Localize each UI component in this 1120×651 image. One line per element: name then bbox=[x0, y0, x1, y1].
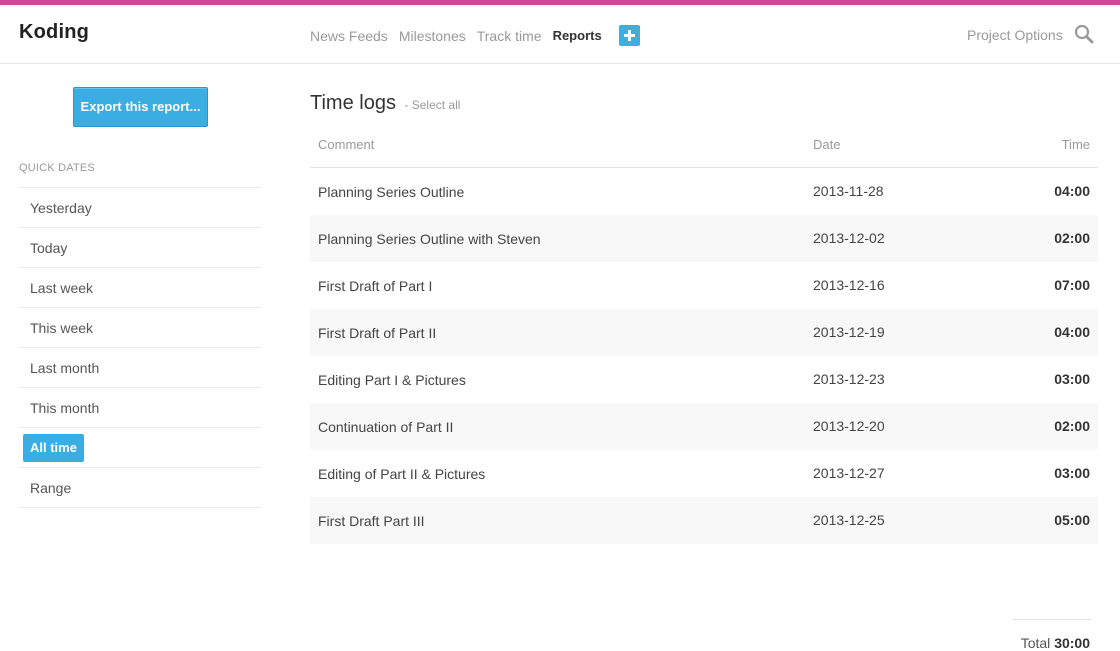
row-time: 07:00 bbox=[1054, 277, 1090, 293]
add-button[interactable] bbox=[618, 25, 640, 46]
quick-date-yesterday[interactable]: Yesterday bbox=[19, 188, 262, 228]
row-date: 2013-12-23 bbox=[813, 371, 885, 387]
row-time: 03:00 bbox=[1054, 465, 1090, 481]
row-comment: Planning Series Outline bbox=[318, 184, 465, 200]
column-header-time[interactable]: Time bbox=[1062, 137, 1090, 152]
quick-date-label: All time bbox=[23, 434, 84, 462]
quick-date-label: Range bbox=[30, 480, 72, 496]
row-date: 2013-12-27 bbox=[813, 465, 885, 481]
row-date: 2013-12-02 bbox=[813, 230, 885, 246]
row-time: 04:00 bbox=[1054, 183, 1090, 199]
table-row[interactable]: Editing of Part II & Pictures 2013-12-27… bbox=[310, 450, 1098, 497]
row-comment: Continuation of Part II bbox=[318, 419, 454, 435]
row-comment: Planning Series Outline with Steven bbox=[318, 231, 541, 247]
row-comment: First Draft Part III bbox=[318, 513, 425, 529]
project-options-link[interactable]: Project Options bbox=[967, 27, 1063, 43]
quick-date-today[interactable]: Today bbox=[19, 228, 262, 268]
row-date: 2013-12-20 bbox=[813, 418, 885, 434]
total-value: 30:00 bbox=[1054, 635, 1090, 651]
quick-date-label: Last week bbox=[30, 280, 94, 296]
row-comment: First Draft of Part II bbox=[318, 325, 437, 341]
row-comment: Editing Part I & Pictures bbox=[318, 372, 466, 388]
page-title: Time logs bbox=[310, 92, 396, 114]
row-date: 2013-12-16 bbox=[813, 277, 885, 293]
total-label: Total bbox=[1020, 635, 1051, 651]
row-time: 02:00 bbox=[1054, 230, 1090, 246]
table-row[interactable]: Editing Part I & Pictures 2013-12-23 03:… bbox=[310, 356, 1098, 403]
table-row[interactable]: Continuation of Part II 2013-12-20 02:00 bbox=[310, 403, 1098, 450]
select-all-link[interactable]: - Select all bbox=[404, 98, 460, 112]
export-report-button[interactable]: Export this report... bbox=[73, 87, 208, 127]
table-body: Planning Series Outline 2013-11-28 04:00… bbox=[310, 168, 1098, 544]
quick-date-range[interactable]: Range bbox=[19, 468, 262, 508]
total-divider bbox=[1013, 619, 1091, 620]
nav-reports[interactable]: Reports bbox=[553, 26, 602, 46]
quick-date-this-month[interactable]: This month bbox=[19, 388, 262, 428]
column-header-date[interactable]: Date bbox=[813, 137, 840, 152]
row-comment: First Draft of Part I bbox=[318, 278, 433, 294]
quick-dates-heading: QUICK DATES bbox=[19, 162, 95, 174]
top-navbar: Koding News Feeds Milestones Track time … bbox=[0, 5, 1120, 64]
row-time: 04:00 bbox=[1054, 324, 1090, 340]
quick-date-this-week[interactable]: This week bbox=[19, 308, 262, 348]
time-logs-table: Comment Date Time Planning Series Outlin… bbox=[310, 130, 1098, 651]
row-date: 2013-12-25 bbox=[813, 512, 885, 528]
table-row[interactable]: Planning Series Outline with Steven 2013… bbox=[310, 215, 1098, 262]
table-row[interactable]: First Draft of Part I 2013-12-16 07:00 bbox=[310, 262, 1098, 309]
table-header: Comment Date Time bbox=[310, 130, 1098, 168]
brand-logo[interactable]: Koding bbox=[19, 21, 89, 44]
row-time: 02:00 bbox=[1054, 418, 1090, 434]
main-nav: News Feeds Milestones Track time Reports bbox=[310, 25, 640, 46]
quick-date-label: Last month bbox=[30, 360, 100, 376]
nav-track-time[interactable]: Track time bbox=[477, 26, 542, 46]
quick-date-label: This month bbox=[30, 400, 100, 416]
quick-date-last-month[interactable]: Last month bbox=[19, 348, 262, 388]
row-date: 2013-11-28 bbox=[813, 183, 884, 199]
title-row: Time logs - Select all bbox=[310, 92, 460, 115]
total-summary: Total 30:00 bbox=[1021, 635, 1090, 651]
column-header-comment[interactable]: Comment bbox=[318, 137, 374, 152]
row-date: 2013-12-19 bbox=[813, 324, 885, 340]
table-row[interactable]: First Draft of Part II 2013-12-19 04:00 bbox=[310, 309, 1098, 356]
nav-news-feeds[interactable]: News Feeds bbox=[310, 26, 388, 46]
table-row[interactable]: First Draft Part III 2013-12-25 05:00 bbox=[310, 497, 1098, 544]
quick-date-label: Today bbox=[30, 240, 68, 256]
quick-date-label: This week bbox=[30, 320, 94, 336]
quick-date-label: Yesterday bbox=[30, 200, 92, 216]
search-icon[interactable] bbox=[1074, 24, 1094, 44]
quick-date-last-week[interactable]: Last week bbox=[19, 268, 262, 308]
row-time: 05:00 bbox=[1054, 512, 1090, 528]
row-time: 03:00 bbox=[1054, 371, 1090, 387]
quick-date-all-time[interactable]: All time bbox=[19, 428, 262, 468]
table-row[interactable]: Planning Series Outline 2013-11-28 04:00 bbox=[310, 168, 1098, 215]
plus-icon bbox=[623, 30, 635, 41]
nav-milestones[interactable]: Milestones bbox=[399, 26, 466, 46]
quick-dates-list: Yesterday Today Last week This week Last… bbox=[19, 187, 262, 508]
row-comment: Editing of Part II & Pictures bbox=[318, 466, 486, 482]
